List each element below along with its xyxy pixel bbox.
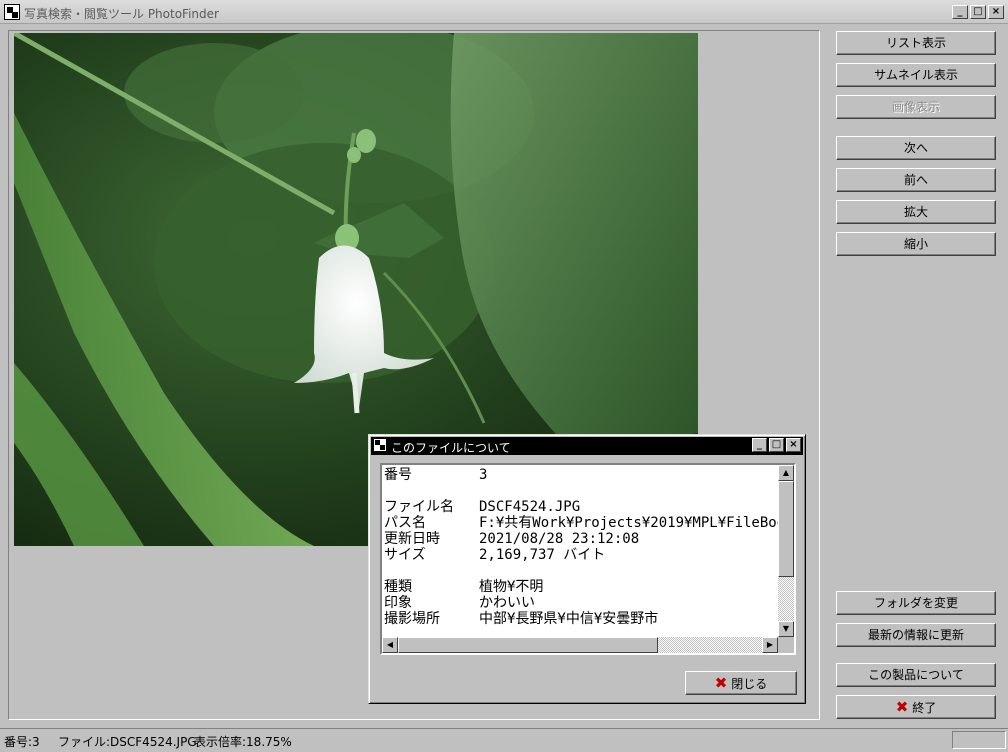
exit-button[interactable]: ✖ 終了 bbox=[836, 695, 996, 719]
info-row bbox=[384, 483, 780, 499]
status-bar: 番号:3 ファイル:DSCF4524.JPG 表示倍率:18.75% bbox=[0, 728, 1008, 752]
dialog-window-controls: _ □ × bbox=[752, 438, 801, 452]
scroll-up-icon[interactable]: ▲ bbox=[778, 465, 794, 481]
close-icon[interactable]: × bbox=[988, 5, 1004, 19]
info-value: DSCF4524.JPG bbox=[479, 499, 581, 515]
minimize-icon[interactable]: _ bbox=[752, 438, 767, 452]
image-view-button[interactable]: 画像表示 bbox=[836, 95, 996, 119]
info-row: 種類 植物¥不明 bbox=[384, 579, 780, 595]
info-key: パス名 bbox=[384, 515, 426, 531]
info-row: 印象 かわいい bbox=[384, 595, 780, 611]
zoom-in-button[interactable]: 拡大 bbox=[836, 200, 996, 224]
scroll-left-icon[interactable]: ◀ bbox=[382, 637, 398, 653]
info-value: かわいい bbox=[479, 595, 535, 611]
dialog-app-icon[interactable] bbox=[373, 438, 387, 452]
info-row: 撮影場所 中部¥長野県¥中信¥安曇野市 bbox=[384, 611, 780, 627]
horizontal-scrollbar[interactable]: ◀ ▶ bbox=[382, 637, 778, 653]
refresh-button[interactable]: 最新の情報に更新 bbox=[836, 623, 996, 647]
horizontal-scroll-thumb[interactable] bbox=[398, 637, 658, 653]
info-row: 更新日時 2021/08/28 23:12:08 bbox=[384, 531, 780, 547]
zoom-out-button[interactable]: 縮小 bbox=[836, 232, 996, 256]
scroll-right-icon[interactable]: ▶ bbox=[762, 637, 778, 653]
x-icon: ✖ bbox=[714, 674, 728, 692]
vertical-scroll-thumb[interactable] bbox=[778, 481, 794, 577]
close-button[interactable]: ✖ 閉じる bbox=[685, 671, 797, 695]
info-value: 2,169,737 バイト bbox=[479, 547, 606, 563]
info-row: パス名 F:¥共有Work¥Projects¥2019¥MPL¥FileBook bbox=[384, 515, 780, 531]
info-value: 植物¥不明 bbox=[479, 579, 544, 595]
info-value: 3 bbox=[479, 467, 488, 483]
minimize-icon[interactable]: _ bbox=[952, 5, 968, 19]
info-key: 番号 bbox=[384, 467, 412, 483]
dialog-title: このファイルについて bbox=[391, 441, 511, 455]
status-number: 番号:3 bbox=[4, 735, 40, 749]
app-icon[interactable] bbox=[4, 4, 20, 20]
status-file: ファイル:DSCF4524.JPG bbox=[58, 735, 197, 749]
scroll-down-icon[interactable]: ▼ bbox=[778, 621, 794, 637]
window-controls: _ □ × bbox=[952, 5, 1004, 19]
info-key: 更新日時 bbox=[384, 531, 440, 547]
x-icon: ✖ bbox=[895, 698, 909, 716]
list-view-button[interactable]: リスト表示 bbox=[836, 31, 996, 55]
close-icon[interactable]: × bbox=[786, 438, 801, 452]
vertical-scrollbar[interactable]: ▲ ▼ bbox=[778, 465, 794, 637]
dialog-title-bar: このファイルについて _ □ × bbox=[371, 437, 803, 455]
file-info-textbox[interactable]: 番号 3 ファイル名 DSCF4524.JPG パス名 F:¥共有Work¥Proje… bbox=[380, 463, 796, 655]
title-bar: 写真検索・閲覧ツール PhotoFinder _ □ × bbox=[0, 0, 1008, 24]
info-row bbox=[384, 563, 780, 579]
file-info-text: 番号 3 ファイル名 DSCF4524.JPG パス名 F:¥共有Work¥Proje… bbox=[384, 467, 780, 635]
info-value: 2021/08/28 23:12:08 bbox=[479, 531, 640, 547]
status-zoom: 表示倍率:18.75% bbox=[194, 735, 292, 749]
file-info-dialog: このファイルについて _ □ × 番号 3 ファイル名 DSCF4524.JPG パ… bbox=[368, 434, 806, 704]
info-row: 番号 3 bbox=[384, 467, 780, 483]
next-button[interactable]: 次へ bbox=[836, 136, 996, 160]
info-row: サイズ 2,169,737 バイト bbox=[384, 547, 780, 563]
info-key: ファイル名 bbox=[384, 499, 454, 515]
status-panel bbox=[952, 731, 1006, 749]
close-label: 閉じる bbox=[731, 677, 768, 691]
prev-button[interactable]: 前へ bbox=[836, 168, 996, 192]
change-folder-button[interactable]: フォルダを変更 bbox=[836, 591, 996, 615]
thumbnail-view-button[interactable]: サムネイル表示 bbox=[836, 63, 996, 87]
info-row: ファイル名 DSCF4524.JPG bbox=[384, 499, 780, 515]
info-key: 印象 bbox=[384, 595, 412, 611]
maximize-icon[interactable]: □ bbox=[970, 5, 986, 19]
maximize-icon[interactable]: □ bbox=[769, 438, 784, 452]
info-key: サイズ bbox=[384, 547, 426, 563]
about-button[interactable]: この製品について bbox=[836, 663, 996, 687]
info-key: 撮影場所 bbox=[384, 611, 440, 627]
exit-label: 終了 bbox=[912, 701, 937, 715]
window-title: 写真検索・閲覧ツール PhotoFinder bbox=[24, 7, 219, 21]
info-key: 種類 bbox=[384, 579, 412, 595]
info-value: F:¥共有Work¥Projects¥2019¥MPL¥FileBook bbox=[479, 515, 780, 531]
scroll-corner bbox=[778, 637, 794, 653]
info-value: 中部¥長野県¥中信¥安曇野市 bbox=[479, 611, 659, 627]
